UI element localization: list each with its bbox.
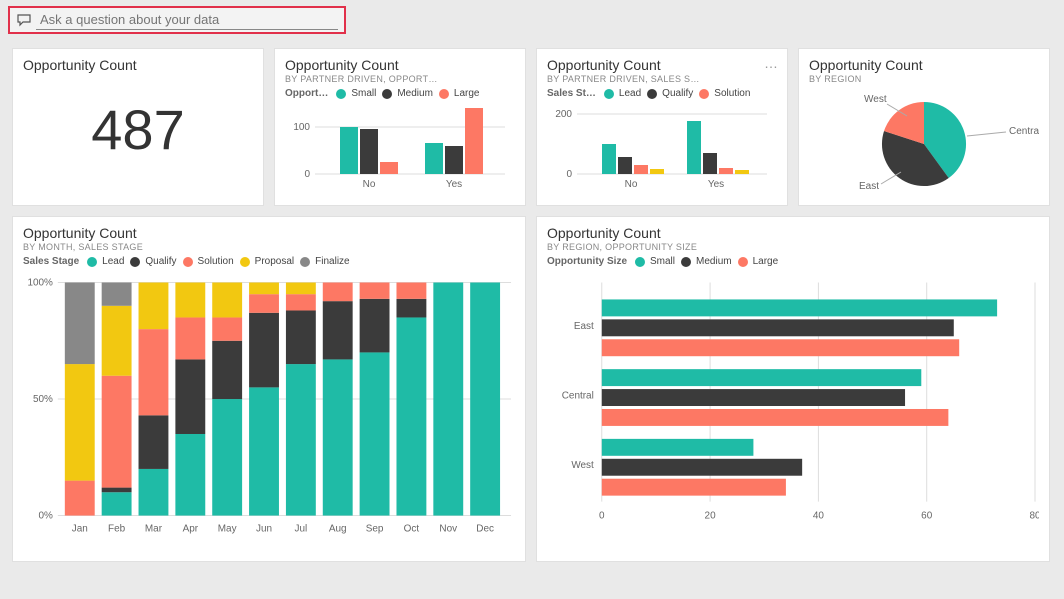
svg-text:Central: Central: [562, 391, 594, 402]
svg-text:80: 80: [1029, 511, 1039, 522]
bar-chart-partner-stage: 200 0 No Yes: [547, 99, 777, 194]
qna-input[interactable]: [36, 10, 338, 30]
legend: Sales Stage Lead Qualify Solution Propos…: [23, 256, 515, 267]
svg-text:No: No: [363, 179, 376, 190]
tile-month-stage[interactable]: Opportunity Count BY MONTH, SALES STAGE …: [12, 216, 526, 562]
tile-title: Opportunity Count: [285, 57, 515, 73]
svg-text:Oct: Oct: [404, 523, 420, 534]
svg-text:20: 20: [705, 511, 717, 522]
tile-partner-size[interactable]: Opportunity Count BY PARTNER DRIVEN, OPP…: [274, 48, 526, 206]
svg-text:Yes: Yes: [446, 179, 462, 190]
svg-text:East: East: [574, 321, 594, 332]
legend: Sales St… Lead Qualify Solution: [547, 88, 777, 99]
svg-text:Feb: Feb: [108, 523, 126, 534]
tile-title: Opportunity Count: [547, 225, 1039, 241]
horizontal-bar-chart: East Central West 0 20 40 60 80: [547, 267, 1039, 547]
svg-text:50%: 50%: [33, 394, 53, 405]
svg-text:Apr: Apr: [183, 523, 199, 534]
svg-text:Mar: Mar: [145, 523, 163, 534]
tile-title: Opportunity Count: [547, 57, 777, 73]
svg-text:100%: 100%: [27, 277, 53, 288]
chat-icon: [16, 12, 32, 28]
tile-subtitle: BY PARTNER DRIVEN, SALES S…: [547, 74, 777, 84]
tile-region-pie[interactable]: Opportunity Count BY REGION West Central…: [798, 48, 1050, 206]
svg-text:40: 40: [813, 511, 825, 522]
legend: Opportunity Size Small Medium Large: [547, 256, 1039, 267]
svg-text:Aug: Aug: [329, 523, 347, 534]
tile-partner-stage[interactable]: … Opportunity Count BY PARTNER DRIVEN, S…: [536, 48, 788, 206]
legend: Opport… Small Medium Large: [285, 88, 515, 99]
svg-text:Yes: Yes: [708, 179, 724, 190]
tile-subtitle: BY REGION: [809, 74, 1039, 84]
kpi-value: 487: [23, 97, 253, 162]
svg-text:0%: 0%: [39, 511, 54, 522]
tile-subtitle: BY MONTH, SALES STAGE: [23, 242, 515, 252]
more-icon[interactable]: …: [764, 55, 779, 71]
tile-subtitle: BY PARTNER DRIVEN, OPPORT…: [285, 74, 515, 84]
tile-kpi[interactable]: Opportunity Count 487: [12, 48, 264, 206]
svg-text:Jun: Jun: [256, 523, 272, 534]
svg-text:0: 0: [304, 169, 310, 180]
svg-text:Dec: Dec: [476, 523, 494, 534]
pie-chart-region: West Central East: [809, 84, 1039, 199]
svg-text:Sep: Sep: [366, 523, 384, 534]
tile-title: Opportunity Count: [23, 225, 515, 241]
svg-text:West: West: [571, 460, 594, 471]
svg-text:No: No: [625, 179, 638, 190]
svg-text:60: 60: [921, 511, 933, 522]
svg-text:East: East: [859, 181, 879, 192]
tile-subtitle: BY REGION, OPPORTUNITY SIZE: [547, 242, 1039, 252]
svg-text:Nov: Nov: [439, 523, 457, 534]
svg-text:0: 0: [599, 511, 605, 522]
qna-bar[interactable]: [8, 6, 346, 34]
svg-text:Central: Central: [1009, 126, 1039, 137]
svg-text:West: West: [864, 94, 887, 105]
bar-chart-partner-size: 100 0 No Yes: [285, 99, 515, 194]
tile-title: Opportunity Count: [23, 57, 253, 73]
svg-text:Jul: Jul: [295, 523, 308, 534]
svg-text:100: 100: [293, 122, 310, 133]
stacked-bar-chart: 100% 50% 0% Jan Feb Mar Apr May Jun Jul Aug Sep O…: [23, 267, 515, 547]
tile-title: Opportunity Count: [809, 57, 1039, 73]
svg-text:Jan: Jan: [72, 523, 88, 534]
svg-text:0: 0: [566, 169, 572, 180]
svg-text:May: May: [218, 523, 237, 534]
tile-region-size[interactable]: Opportunity Count BY REGION, OPPORTUNITY…: [536, 216, 1050, 562]
svg-text:200: 200: [555, 109, 572, 120]
